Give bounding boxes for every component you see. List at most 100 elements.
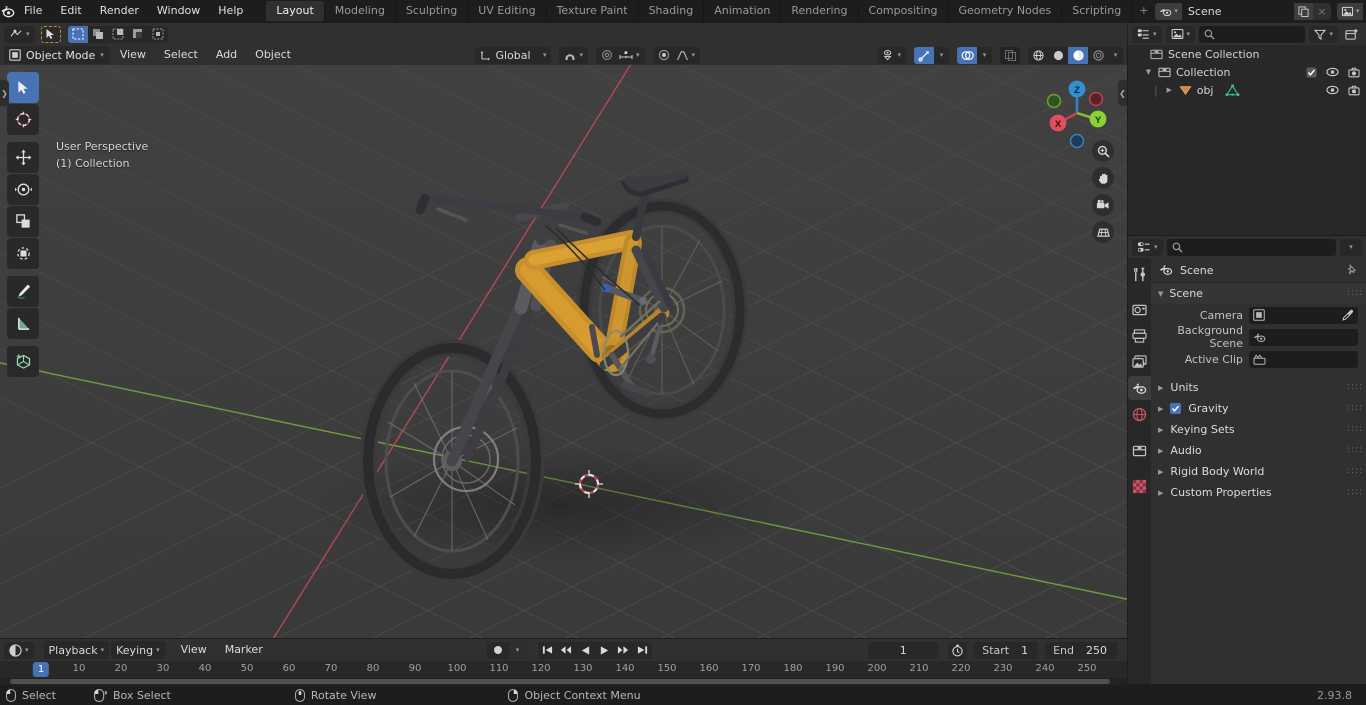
timeline-menu-marker[interactable]: Marker [217,641,271,659]
tab-layout[interactable]: Layout [266,1,325,21]
auto-keying-dropdown[interactable]: ▾ [508,641,526,659]
eyedropper-icon[interactable] [1342,309,1354,321]
tab-sculpting[interactable]: Sculpting [396,1,469,21]
panel-header-audio[interactable]: ▶ Audio :::: [1151,440,1366,461]
camera-view-icon[interactable] [1092,194,1114,216]
shading-solid-icon[interactable] [1048,46,1069,64]
gravity-checkbox[interactable] [1170,403,1182,414]
timeline-scrollbar[interactable] [0,678,1127,685]
properties-search-input[interactable] [1166,238,1336,256]
outliner-display-mode-icon[interactable]: ▾ [1132,25,1162,43]
rotate-tool-icon[interactable] [7,174,39,205]
panel-header-gravity[interactable]: ▶ Gravity :::: [1151,398,1366,419]
new-copy-icon[interactable] [1293,2,1313,20]
tool-tab-icon[interactable] [1128,262,1151,286]
measure-tool-icon[interactable] [7,308,39,339]
proportional-edit-group[interactable]: ▾ [595,46,645,64]
frame-end-field[interactable]: End 250 [1045,641,1118,659]
tab-rendering[interactable]: Rendering [781,1,859,21]
tab-compositing[interactable]: Compositing [859,1,949,21]
tab-uv-editing[interactable]: UV Editing [468,1,547,21]
disclosure-triangle-closed[interactable]: ▶ [1165,86,1174,94]
view-layer-icon[interactable]: ▾ [1336,2,1364,20]
menu-window[interactable]: Window [148,2,209,20]
transform-orientation-dropdown[interactable]: Global ▾ [475,46,552,64]
viewport-menu-view[interactable]: View [112,46,154,64]
eye-icon[interactable] [1326,67,1339,77]
tab-geometry-nodes[interactable]: Geometry Nodes [948,1,1063,21]
xray-toggle-icon[interactable] [1000,46,1021,64]
camera-render-icon[interactable] [1348,85,1360,96]
move-tool-icon[interactable] [7,142,39,173]
panel-header-scene[interactable]: ▼ Scene :::: [1151,282,1366,304]
outliner-id-filter-icon[interactable]: ▾ [1165,25,1196,43]
transform-tool-icon[interactable] [7,238,39,269]
collection-checkbox[interactable] [1306,66,1317,78]
scale-tool-icon[interactable] [7,206,39,237]
tweak-tool-icon[interactable] [7,72,39,103]
snap-toggle-button[interactable]: ▾ [559,46,588,64]
filter-funnel-icon[interactable]: ▾ [1309,25,1338,43]
object-visibility-dropdown[interactable]: ▾ [876,46,907,64]
select-extend-icon[interactable] [87,25,108,43]
menu-file[interactable]: File [15,2,51,20]
select-invert-icon[interactable] [127,25,148,43]
tab-shading[interactable]: Shading [639,1,705,21]
camera-selector-field[interactable] [1249,306,1358,324]
output-tab-icon[interactable] [1128,324,1151,348]
interaction-mode-dropdown[interactable]: Object Mode ▾ [4,46,110,64]
scene-id-block[interactable]: ▾ Scene × [1155,2,1331,20]
tab-scripting[interactable]: Scripting [1062,1,1133,21]
outliner-search-input[interactable] [1199,25,1306,43]
outliner-row-obj[interactable]: | ▶ obj [1128,81,1366,99]
viewport-menu-object[interactable]: Object [247,46,299,64]
select-intersect-icon[interactable] [147,25,168,43]
scene-icon[interactable]: ▾ [1155,2,1182,20]
tab-modeling[interactable]: Modeling [325,1,396,21]
world-tab-icon[interactable] [1128,402,1151,426]
tab-texture-paint[interactable]: Texture Paint [547,1,639,21]
scene-unlink-button[interactable]: × [1312,2,1331,20]
menu-help[interactable]: Help [209,2,252,20]
tweak-tool-icon[interactable] [40,25,61,43]
current-frame-field[interactable]: 1 [868,641,939,659]
zoom-icon[interactable] [1092,140,1114,162]
play-icon[interactable] [594,641,614,659]
blender-logo-icon[interactable] [0,4,15,19]
gizmo-dropdown[interactable]: ▾ [934,46,950,64]
timeline-scrollbar-handle[interactable] [10,679,1110,684]
prev-keyframe-icon[interactable] [556,641,576,659]
render-tab-icon[interactable] [1128,298,1151,322]
outliner-row-collection[interactable]: ▼ Collection [1128,63,1366,81]
outliner-row-scene-collection[interactable]: Scene Collection [1128,45,1366,63]
properties-options-dropdown[interactable]: ▾ [1340,238,1362,256]
background-scene-selector-field[interactable] [1249,328,1358,346]
toggle-ortho-icon[interactable] [1092,221,1114,243]
scene-name-field[interactable]: Scene [1181,2,1294,20]
overlays-icon[interactable] [957,46,978,64]
panel-header-units[interactable]: ▶ Units :::: [1151,377,1366,398]
auto-keying-record-icon[interactable] [486,641,509,659]
disclosure-triangle-open[interactable]: ▼ [1144,68,1153,76]
collection-tab-icon[interactable] [1128,438,1151,462]
view-layer-tab-icon[interactable] [1128,350,1151,374]
shading-rendered-icon[interactable] [1088,46,1109,64]
proportional-falloff-group[interactable]: ▾ [652,46,701,64]
panel-header-custom-properties[interactable]: ▶ Custom Properties :::: [1151,482,1366,503]
panel-header-keying-sets[interactable]: ▶ Keying Sets :::: [1151,419,1366,440]
shading-dropdown[interactable]: ▾ [1108,46,1124,64]
preview-range-icon[interactable] [948,641,968,659]
shading-wireframe-icon[interactable] [1028,46,1049,64]
jump-start-icon[interactable] [537,641,557,659]
texture-tab-icon[interactable] [1128,474,1151,498]
timeline-menu-keying[interactable]: Keying ▾ [111,641,165,659]
timeline-editor-icon[interactable]: ▾ [4,641,34,659]
timeline-menu-view[interactable]: View [173,641,215,659]
viewport-menu-add[interactable]: Add [208,46,245,64]
tab-animation[interactable]: Animation [704,1,782,21]
timeline-playhead[interactable]: 1 [32,662,50,677]
shading-material-icon[interactable] [1068,46,1089,64]
tool-settings-editor-icon[interactable]: ▾ [4,25,35,43]
select-box-icon[interactable] [67,25,88,43]
pin-icon[interactable] [1346,264,1358,276]
